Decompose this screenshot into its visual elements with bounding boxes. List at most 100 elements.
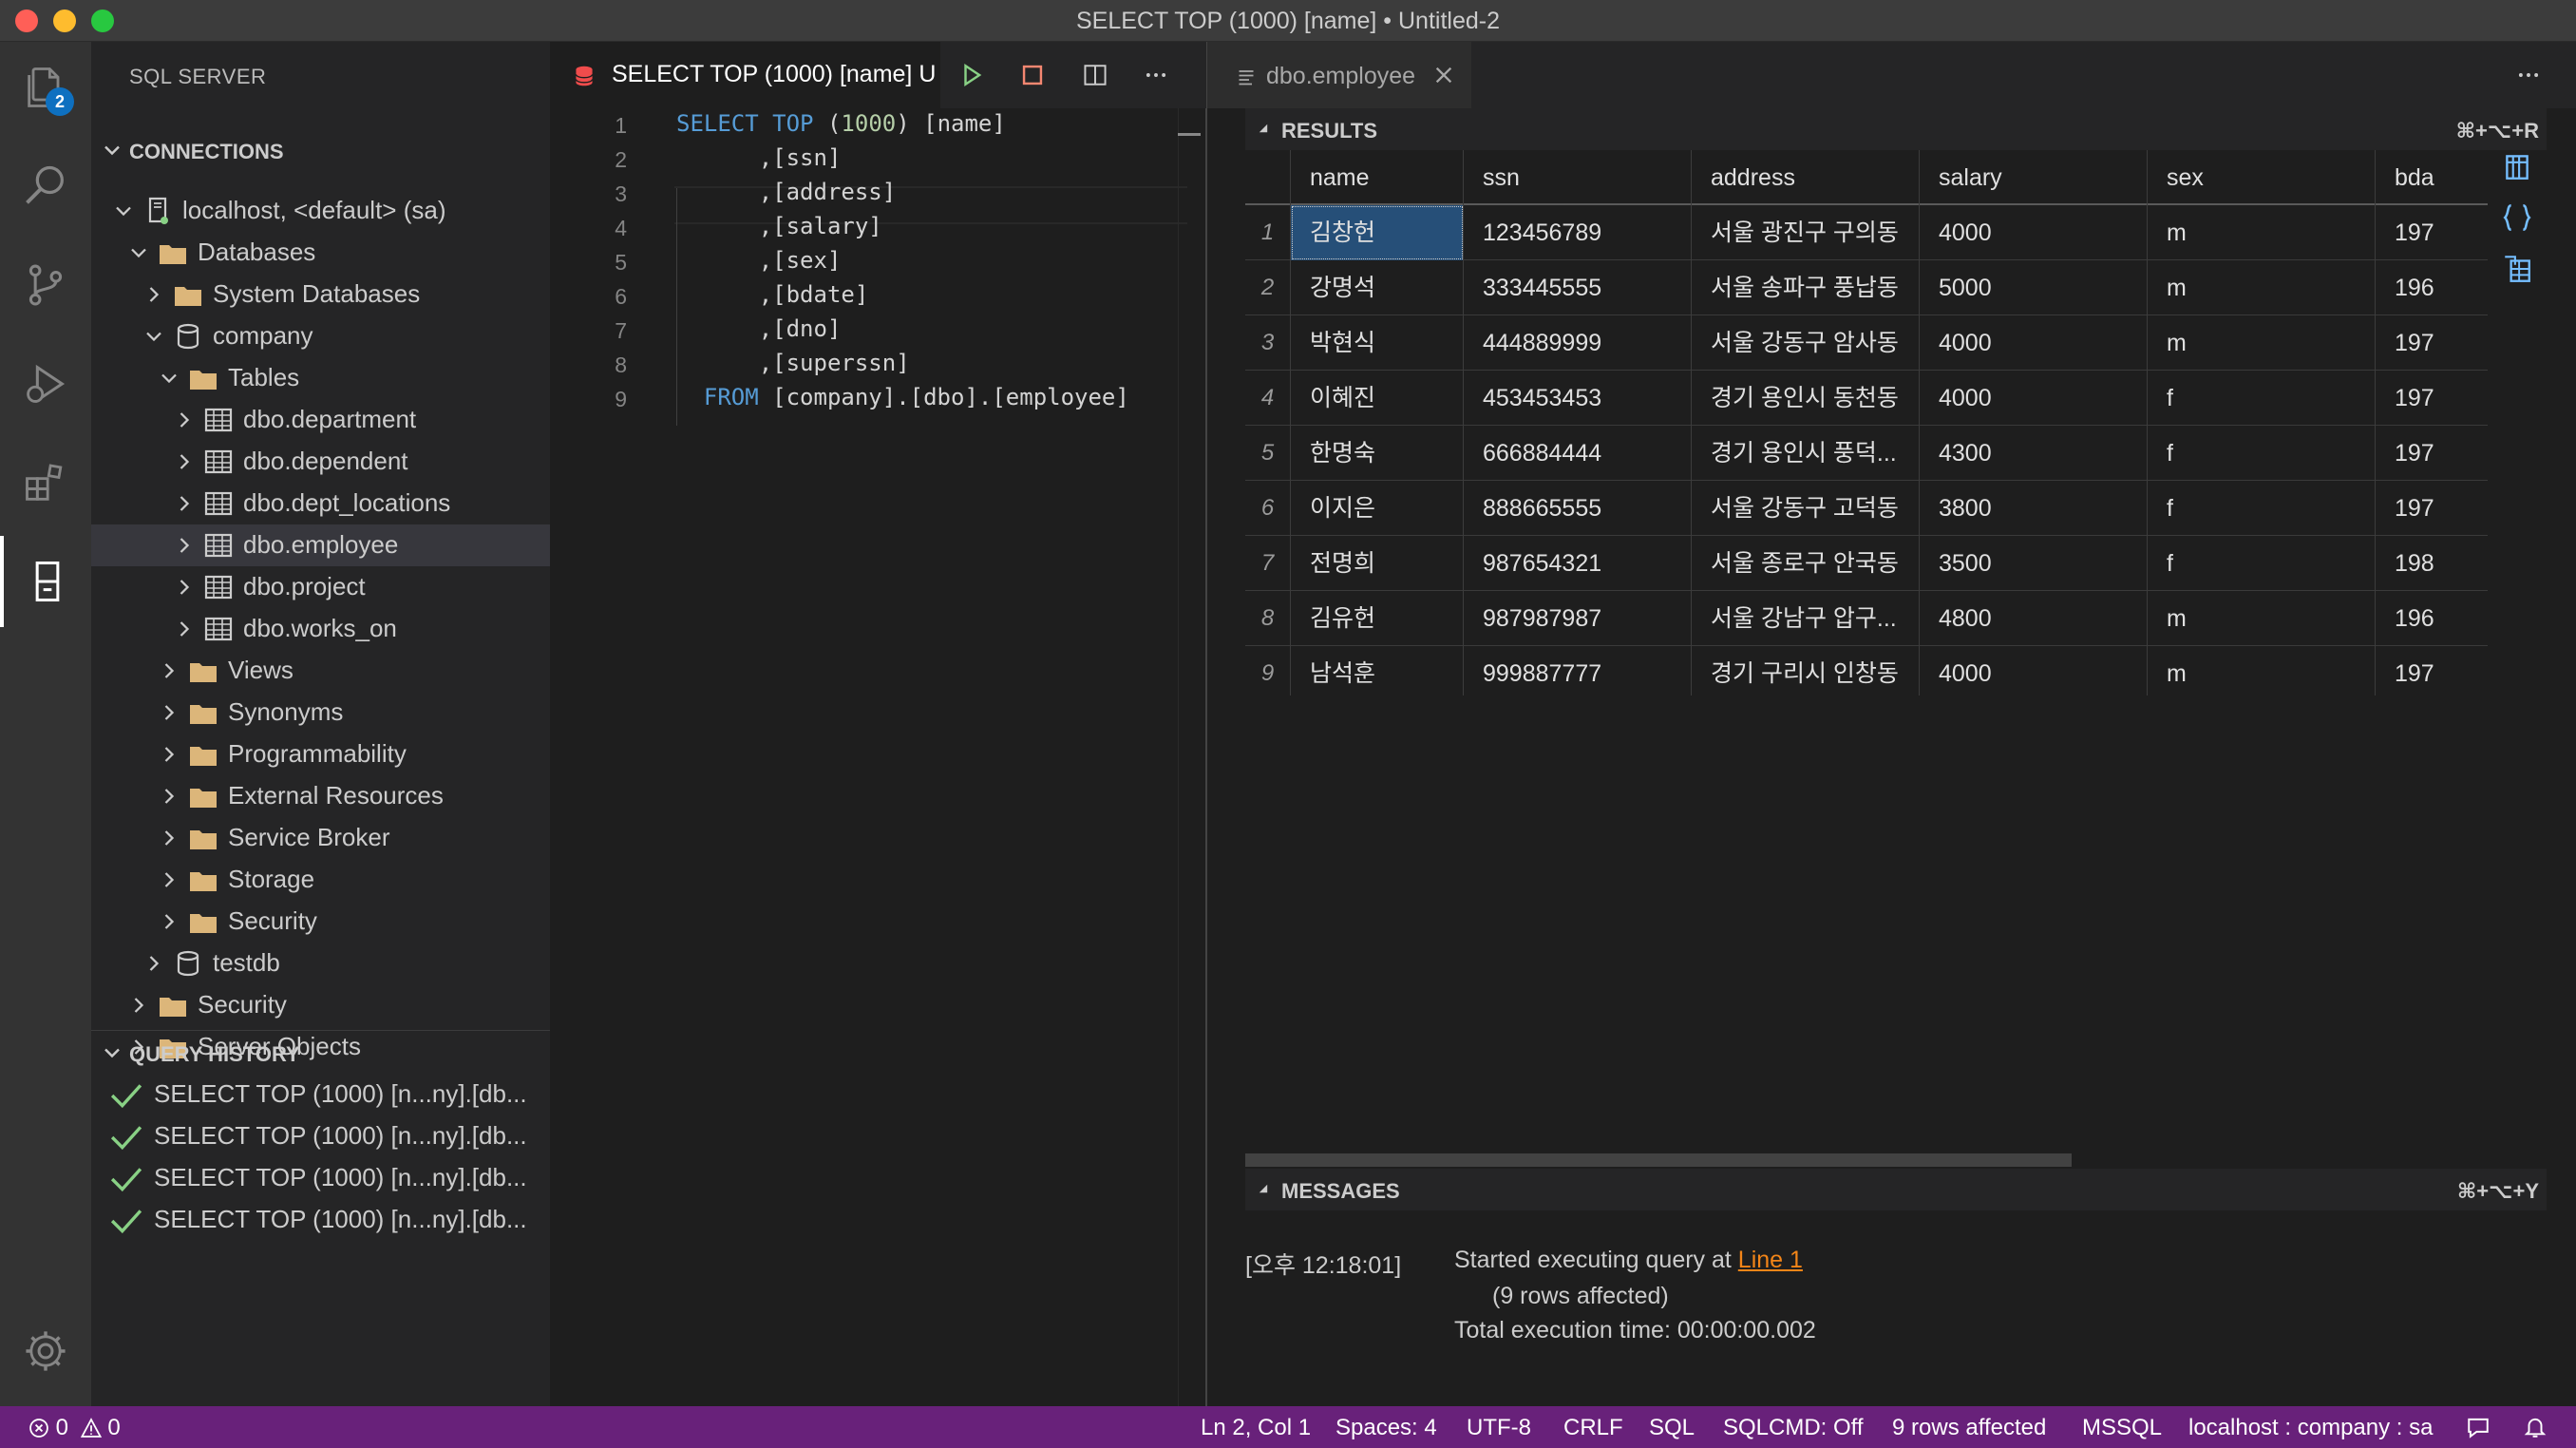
tree-item[interactable]: Synonyms bbox=[91, 692, 550, 734]
grid-cell[interactable]: 198 bbox=[2376, 536, 2488, 591]
grid-cell[interactable]: 987987987 bbox=[1464, 591, 1692, 646]
grid-cell[interactable]: 강명석 bbox=[1291, 260, 1464, 315]
tree-item[interactable]: dbo.employee bbox=[91, 524, 550, 566]
feedback-button[interactable] bbox=[2466, 1415, 2491, 1446]
grid-cell[interactable]: 서울 강동구 암사동 bbox=[1692, 315, 1920, 371]
tab-query-editor[interactable]: SELECT TOP (1000) [name] U bbox=[551, 42, 940, 108]
grid-cell[interactable]: 서울 종로구 안국동 bbox=[1692, 536, 1920, 591]
table-row[interactable]: 2 강명석 333445555 서울 송파구 풍납동 5000 m 196 bbox=[1245, 260, 2488, 315]
grid-cell[interactable]: m bbox=[2148, 315, 2376, 371]
grid-cell[interactable]: 4000 bbox=[1920, 646, 2148, 695]
grid-cell[interactable]: 전명희 bbox=[1291, 536, 1464, 591]
chevron-right-icon[interactable] bbox=[141, 950, 167, 977]
history-item[interactable]: SELECT TOP (1000) [n...ny].[db... bbox=[91, 1074, 550, 1115]
row-number[interactable]: 4 bbox=[1245, 371, 1291, 426]
results-grid[interactable]: name ssn address salary sex bda 1 김창헌 123456789… bbox=[1245, 150, 2488, 695]
sqlcmd-mode[interactable]: SQLCMD: Off bbox=[1723, 1415, 1864, 1441]
grid-cell[interactable]: 이혜진 bbox=[1291, 371, 1464, 426]
grid-cell[interactable]: 999887777 bbox=[1464, 646, 1692, 695]
tree-item[interactable]: dbo.dependent bbox=[91, 441, 550, 483]
grid-cell[interactable]: m bbox=[2148, 646, 2376, 695]
connections-section-header[interactable]: CONNECTIONS bbox=[91, 129, 550, 171]
save-as-excel-icon[interactable] bbox=[2501, 253, 2533, 285]
row-number[interactable]: 6 bbox=[1245, 481, 1291, 536]
tree-item[interactable]: company bbox=[91, 315, 550, 357]
encoding[interactable]: UTF-8 bbox=[1467, 1415, 1531, 1441]
grid-cell[interactable]: 경기 용인시 풍덕... bbox=[1692, 426, 1920, 481]
chevron-right-icon[interactable] bbox=[171, 574, 198, 600]
grid-cell[interactable]: 서울 광진구 구의동 bbox=[1692, 205, 1920, 260]
notifications-button[interactable] bbox=[2523, 1415, 2548, 1446]
grid-cell[interactable]: 197 bbox=[2376, 646, 2488, 695]
run-debug-button[interactable] bbox=[0, 338, 91, 429]
tree-item[interactable]: Tables bbox=[91, 357, 550, 399]
end-of-line[interactable]: CRLF bbox=[1563, 1415, 1623, 1441]
grid-cell[interactable]: 197 bbox=[2376, 205, 2488, 260]
column-header[interactable]: name bbox=[1291, 150, 1464, 205]
grid-cell[interactable]: 3500 bbox=[1920, 536, 2148, 591]
grid-cell[interactable]: 888665555 bbox=[1464, 481, 1692, 536]
tree-item[interactable]: External Resources bbox=[91, 775, 550, 817]
history-item[interactable]: SELECT TOP (1000) [n...ny].[db... bbox=[91, 1115, 550, 1157]
chevron-right-icon[interactable] bbox=[156, 657, 182, 684]
grid-cell[interactable]: 박현식 bbox=[1291, 315, 1464, 371]
row-number[interactable]: 1 bbox=[1245, 205, 1291, 260]
more-actions-button[interactable] bbox=[1140, 59, 1172, 91]
tree-item[interactable]: dbo.dept_locations bbox=[91, 483, 550, 524]
grid-cell[interactable]: 197 bbox=[2376, 426, 2488, 481]
row-number[interactable]: 3 bbox=[1245, 315, 1291, 371]
chevron-right-icon[interactable] bbox=[156, 699, 182, 726]
chevron-down-icon[interactable] bbox=[125, 239, 152, 266]
tree-item[interactable]: testdb bbox=[91, 943, 550, 984]
chevron-right-icon[interactable] bbox=[156, 741, 182, 768]
grid-cell[interactable]: 서울 송파구 풍납동 bbox=[1692, 260, 1920, 315]
grid-cell[interactable]: 333445555 bbox=[1464, 260, 1692, 315]
history-item[interactable]: SELECT TOP (1000) [n...ny].[db... bbox=[91, 1199, 550, 1241]
row-number[interactable]: 9 bbox=[1245, 646, 1291, 695]
editor-scrollbar[interactable] bbox=[1178, 108, 1204, 1406]
column-header[interactable]: sex bbox=[2148, 150, 2376, 205]
column-header[interactable]: address bbox=[1692, 150, 1920, 205]
tree-item[interactable]: Views bbox=[91, 650, 550, 692]
settings-button[interactable] bbox=[0, 1305, 91, 1397]
tree-item[interactable]: System Databases bbox=[91, 274, 550, 315]
grid-cell[interactable]: 김유헌 bbox=[1291, 591, 1464, 646]
grid-cell[interactable]: 444889999 bbox=[1464, 315, 1692, 371]
indentation[interactable]: Spaces: 4 bbox=[1335, 1415, 1437, 1441]
grid-cell[interactable]: 987654321 bbox=[1464, 536, 1692, 591]
run-query-button[interactable] bbox=[956, 59, 988, 91]
grid-cell[interactable]: m bbox=[2148, 205, 2376, 260]
column-header[interactable]: ssn bbox=[1464, 150, 1692, 205]
row-number[interactable]: 7 bbox=[1245, 536, 1291, 591]
source-control-button[interactable] bbox=[0, 239, 91, 331]
save-as-json-icon[interactable] bbox=[2501, 201, 2533, 234]
grid-cell[interactable]: m bbox=[2148, 591, 2376, 646]
grid-cell[interactable]: 서울 강동구 고덕동 bbox=[1692, 481, 1920, 536]
grid-cell[interactable]: 서울 강남구 압구... bbox=[1692, 591, 1920, 646]
row-number[interactable]: 8 bbox=[1245, 591, 1291, 646]
chevron-down-icon[interactable] bbox=[141, 323, 167, 350]
table-row[interactable]: 1 김창헌 123456789 서울 광진구 구의동 4000 m 197 bbox=[1245, 205, 2488, 260]
tree-item[interactable]: Security bbox=[91, 984, 550, 1026]
grid-cell[interactable]: f bbox=[2148, 536, 2376, 591]
tree-item[interactable]: Storage bbox=[91, 859, 550, 901]
tree-item[interactable]: localhost, <default> (sa) bbox=[91, 190, 550, 232]
row-number[interactable]: 2 bbox=[1245, 260, 1291, 315]
cursor-position[interactable]: Ln 2, Col 1 bbox=[1201, 1415, 1311, 1441]
grid-cell[interactable]: 196 bbox=[2376, 260, 2488, 315]
explorer-button[interactable]: 2 bbox=[0, 42, 91, 133]
grid-cell[interactable]: 4800 bbox=[1920, 591, 2148, 646]
tree-item[interactable]: Service Broker bbox=[91, 817, 550, 859]
chevron-right-icon[interactable] bbox=[156, 825, 182, 851]
chevron-right-icon[interactable] bbox=[171, 490, 198, 517]
connection-status[interactable]: localhost : company : sa bbox=[2188, 1415, 2433, 1441]
chevron-right-icon[interactable] bbox=[156, 867, 182, 893]
chevron-right-icon[interactable] bbox=[125, 992, 152, 1019]
chevron-down-icon[interactable] bbox=[156, 365, 182, 391]
chevron-right-icon[interactable] bbox=[171, 616, 198, 642]
search-button[interactable] bbox=[0, 141, 91, 232]
scrollbar-thumb[interactable] bbox=[1245, 1153, 2072, 1167]
table-row[interactable]: 3 박현식 444889999 서울 강동구 암사동 4000 m 197 bbox=[1245, 315, 2488, 371]
grid-cell[interactable]: 4000 bbox=[1920, 315, 2148, 371]
provider-status[interactable]: MSSQL bbox=[2082, 1415, 2162, 1441]
